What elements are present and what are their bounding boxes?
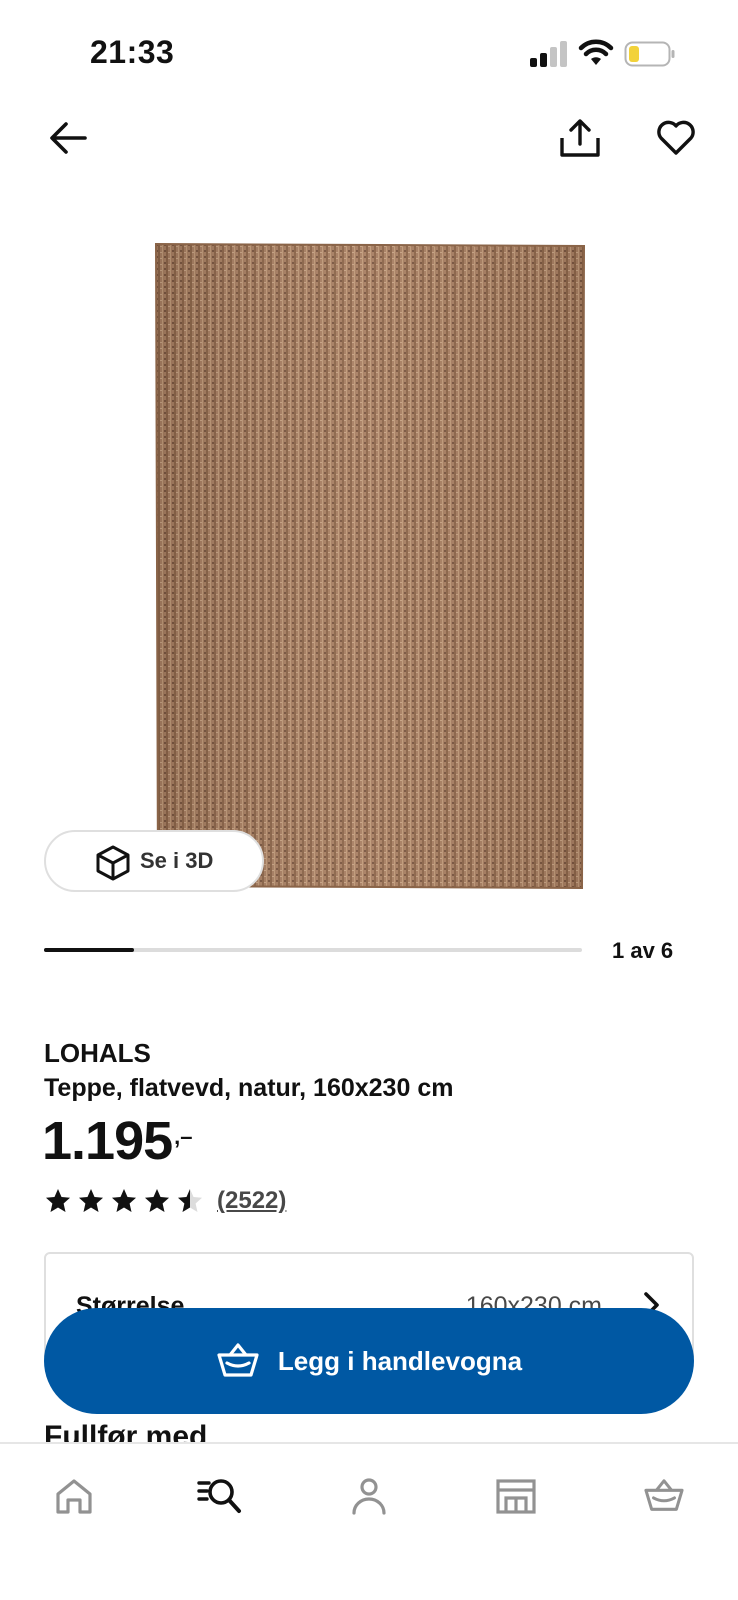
star-full-icon — [79, 1189, 103, 1212]
nav-search[interactable] — [190, 1466, 250, 1526]
product-header — [0, 110, 738, 180]
view-3d-label: Se i 3D — [140, 848, 214, 873]
gallery-page-indicator: 1 av 6 — [612, 938, 674, 963]
basket-icon — [217, 1343, 259, 1377]
wifi-icon — [578, 39, 614, 65]
back-button[interactable] — [40, 110, 96, 166]
rating-stars — [44, 1187, 209, 1215]
gallery-progress-track — [44, 948, 582, 952]
star-half-icon — [178, 1189, 202, 1212]
share-button[interactable] — [552, 110, 608, 166]
product-name: LOHALS — [44, 1038, 151, 1068]
product-description: Teppe, flatvevd, natur, 160x230 cm — [44, 1074, 454, 1102]
favorite-button[interactable] — [648, 110, 704, 166]
home-icon — [56, 1479, 92, 1514]
add-to-cart-label: Legg i handlevogna — [277, 1345, 523, 1376]
profile-icon — [352, 1478, 386, 1515]
nav-profile[interactable] — [339, 1466, 399, 1526]
view-3d-button[interactable]: Se i 3D — [44, 830, 264, 892]
basket-icon — [644, 1479, 684, 1511]
nav-cart[interactable] — [634, 1466, 694, 1526]
star-full-icon — [46, 1189, 70, 1212]
gallery-progress-fill — [44, 948, 134, 952]
review-count-link[interactable]: (2522) — [217, 1187, 286, 1215]
battery-low-icon — [624, 41, 675, 67]
store-icon — [496, 1479, 536, 1514]
star-full-icon — [112, 1189, 136, 1212]
cube-3d-icon — [96, 845, 130, 881]
price-value: 1.195 — [42, 1111, 173, 1171]
search-list-icon — [197, 1479, 241, 1513]
nav-stores[interactable] — [486, 1466, 546, 1526]
nav-home[interactable] — [44, 1466, 104, 1526]
star-full-icon — [145, 1189, 169, 1212]
cellular-signal-icon — [530, 41, 567, 67]
product-image[interactable] — [150, 242, 586, 890]
price-suffix: ,– — [174, 1124, 193, 1149]
arrow-left-icon — [50, 122, 87, 154]
add-to-cart-button[interactable]: Legg i handlevogna — [44, 1308, 694, 1414]
product-rating[interactable]: (2522) — [44, 1184, 286, 1218]
status-time: 21:33 — [90, 34, 175, 70]
product-price: 1.195 ,– — [42, 1110, 193, 1172]
share-icon — [560, 119, 600, 157]
bottom-navigation — [0, 1442, 738, 1600]
heart-icon — [657, 120, 695, 155]
status-bar: 21:33 — [0, 0, 738, 100]
